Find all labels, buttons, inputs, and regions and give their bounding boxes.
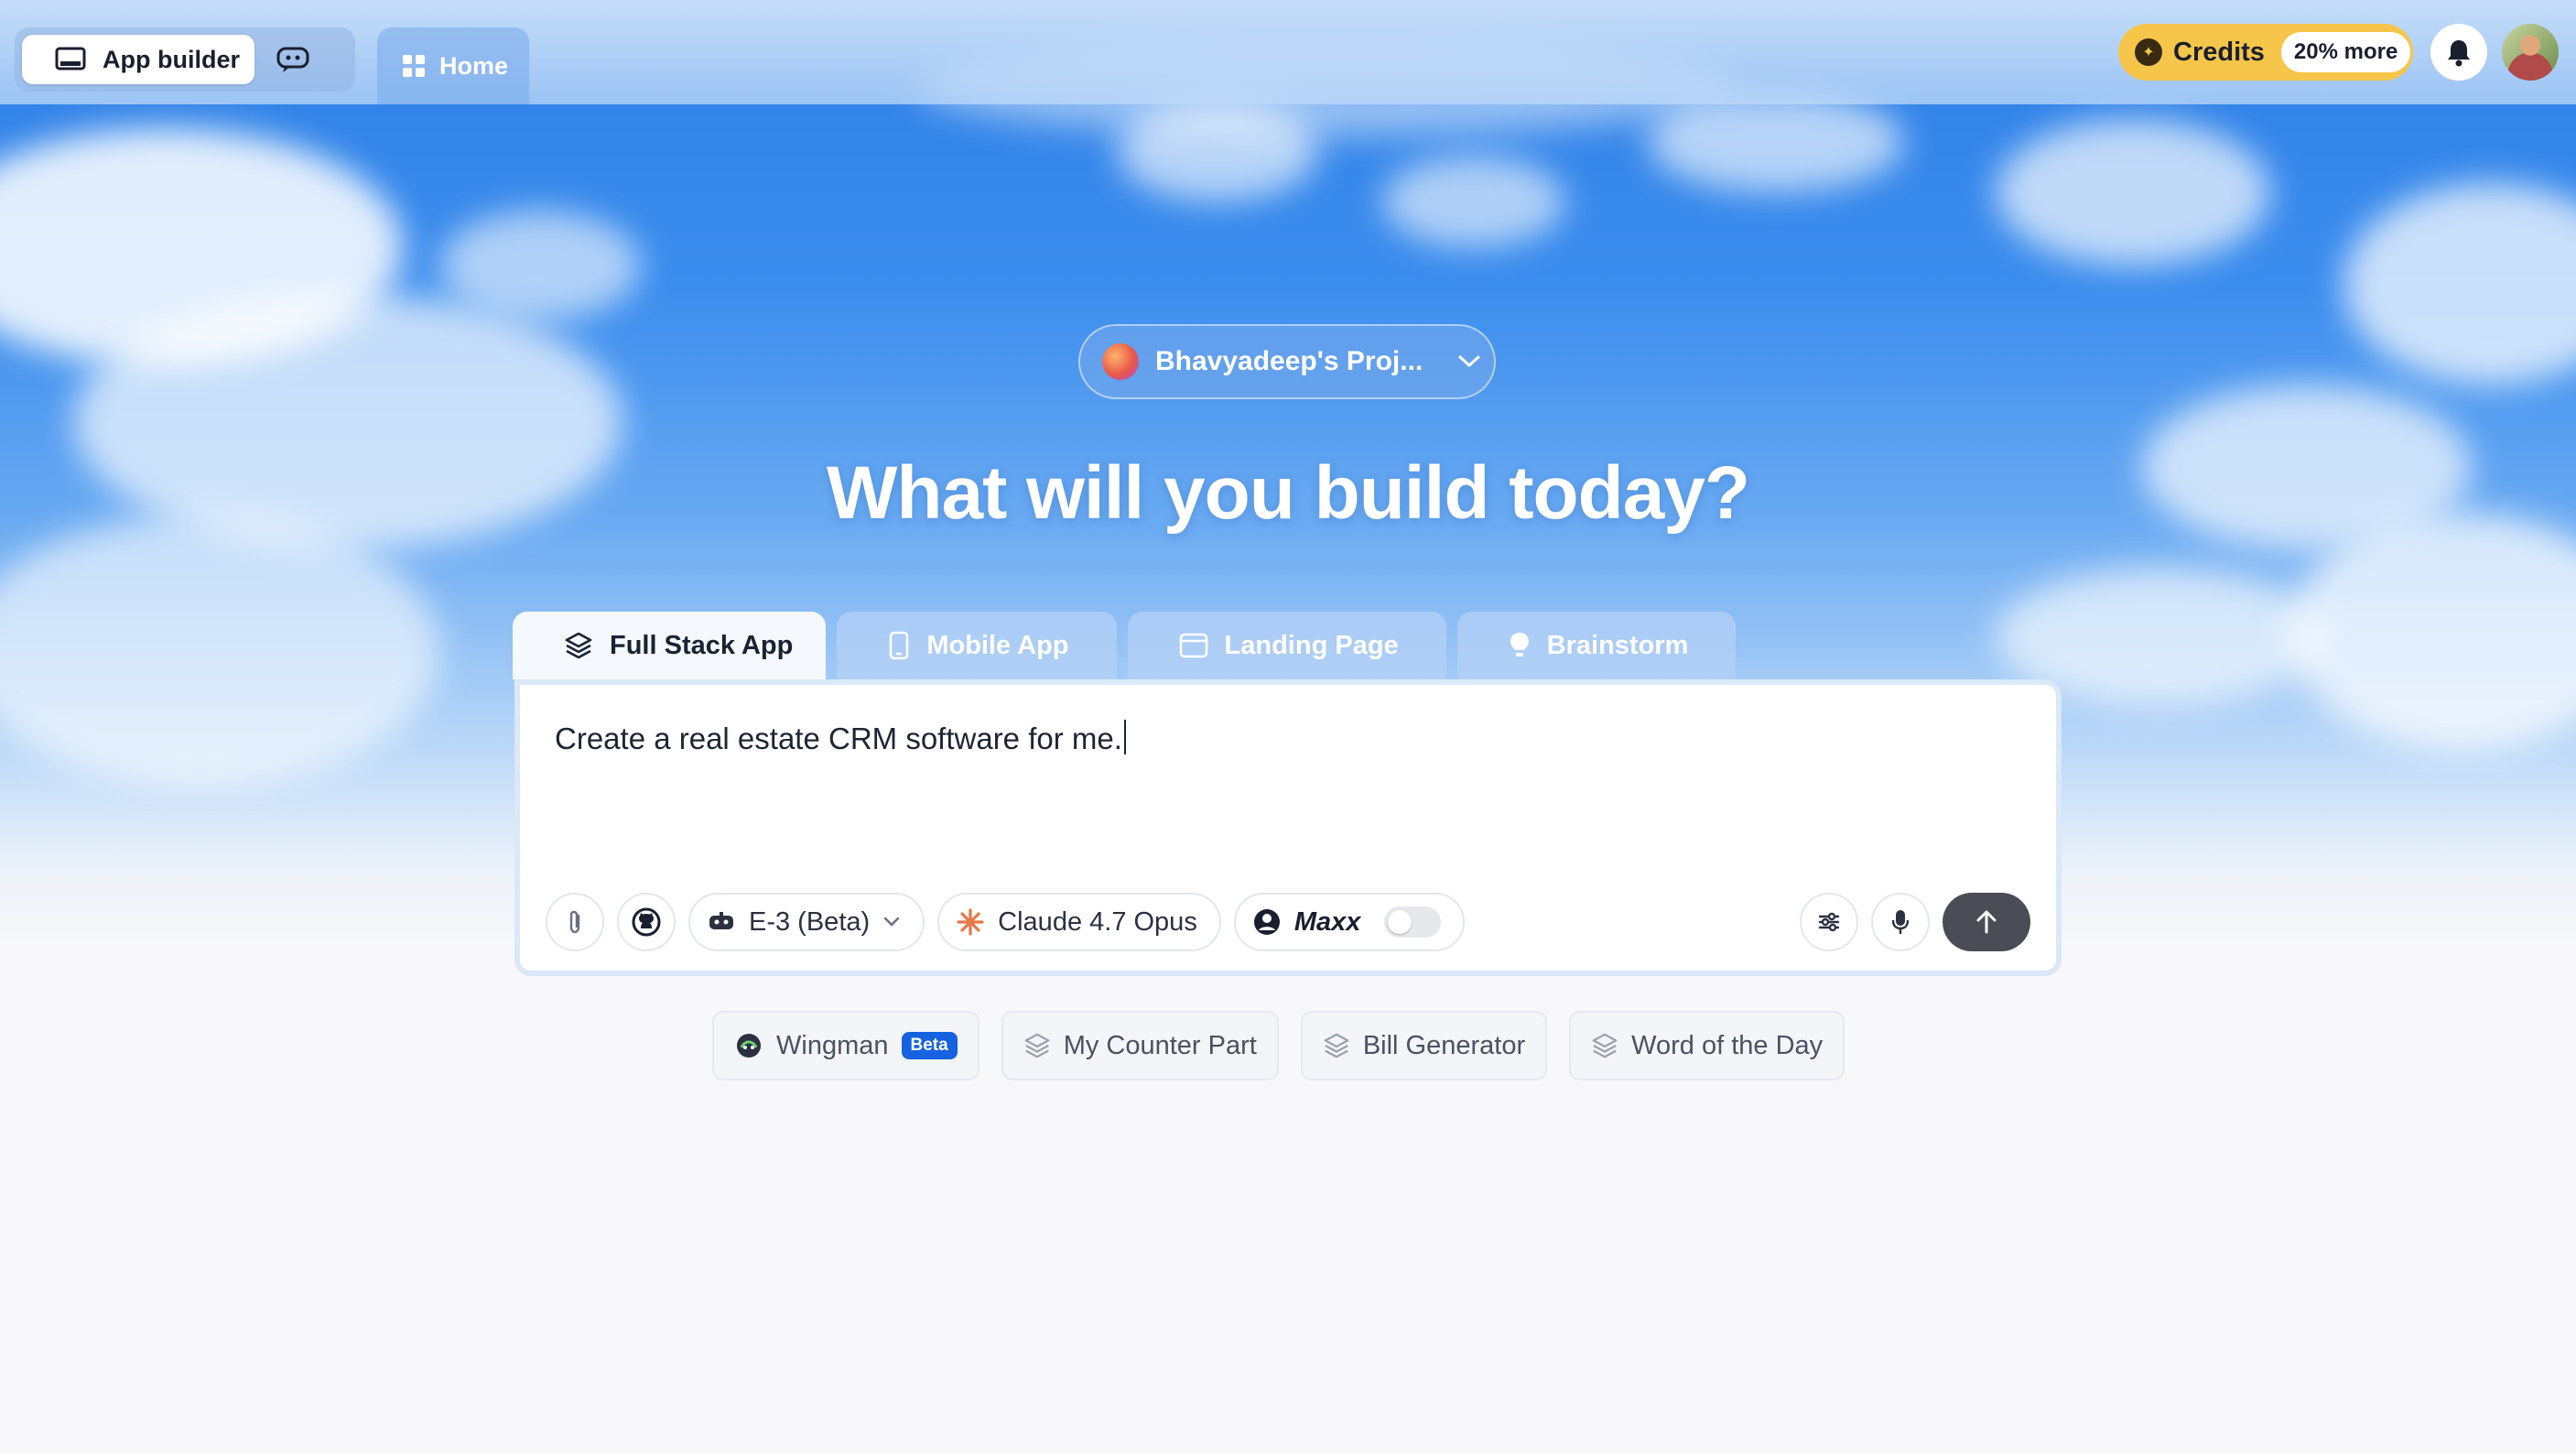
maxx-label: Maxx (1293, 906, 1361, 937)
tab-brainstorm[interactable]: Brainstorm (1456, 612, 1737, 679)
browser-icon (1179, 633, 1207, 658)
suggestion-label: My Counter Part (1063, 1030, 1257, 1060)
layers-icon (565, 632, 592, 659)
user-avatar[interactable] (2502, 24, 2559, 81)
agent-label: E-3 (Beta) (749, 906, 871, 937)
grid-icon (403, 55, 425, 77)
tab-label: Landing Page (1224, 630, 1399, 660)
bell-icon (2448, 40, 2470, 67)
home-tab[interactable]: Home (377, 27, 529, 104)
prompt-input[interactable]: Create a real estate CRM software for me… (555, 720, 1126, 756)
credits-badge: 20% more (2280, 32, 2411, 72)
page-title: What will you build today? (826, 451, 1750, 535)
tab-mobile-app[interactable]: Mobile App (837, 612, 1117, 679)
send-button[interactable] (1943, 893, 2030, 951)
layers-icon (1024, 1033, 1049, 1058)
app-builder-button[interactable]: App builder (22, 35, 254, 84)
text-caret (1123, 720, 1126, 754)
settings-sliders-button[interactable] (1800, 893, 1858, 951)
prompt-card: Create a real estate CRM software for me… (514, 679, 2062, 976)
maxx-toggle[interactable] (1384, 906, 1442, 938)
user-circle-icon (1253, 909, 1280, 935)
suggestion-bill-generator[interactable]: Bill Generator (1300, 1011, 1548, 1080)
lightbulb-icon (1510, 633, 1529, 656)
tab-label: Brainstorm (1546, 630, 1689, 660)
github-icon (632, 907, 661, 937)
layers-icon (1324, 1033, 1349, 1058)
credits-label: Credits (2173, 37, 2265, 67)
credits-coin-icon: ✦ (2135, 38, 2162, 66)
suggestions-row: Wingman Beta My Counter Part Bill Genera… (712, 1011, 1845, 1080)
chat-mode-button[interactable] (254, 35, 331, 84)
build-type-tabs: Full Stack App Mobile App Landing Page B… (513, 612, 1737, 679)
credits-button[interactable]: ✦ Credits 20% more (2118, 24, 2413, 81)
suggestion-my-counter-part[interactable]: My Counter Part (1001, 1011, 1279, 1080)
monitor-icon (55, 47, 86, 71)
layers-icon (1592, 1033, 1618, 1058)
tab-label: Full Stack App (610, 630, 794, 660)
tab-label: Mobile App (926, 630, 1069, 660)
phone-icon (890, 631, 909, 660)
robot-icon (709, 912, 733, 929)
model-selector[interactable]: Claude 4.7 Opus (937, 893, 1221, 951)
tab-full-stack-app[interactable]: Full Stack App (513, 612, 827, 679)
sliders-icon (1818, 912, 1840, 932)
model-label: Claude 4.7 Opus (998, 906, 1197, 937)
send-arrow-icon (1976, 910, 1997, 934)
maxx-toggle-chip[interactable]: Maxx (1233, 893, 1466, 951)
agent-selector[interactable]: E-3 (Beta) (688, 893, 925, 951)
paperclip-icon (569, 910, 580, 934)
app-builder-label: App builder (103, 45, 240, 73)
microphone-icon (1891, 910, 1910, 934)
mode-switch: App builder (15, 27, 355, 92)
project-selector[interactable]: Bhavyadeep's Proj... (1078, 324, 1496, 399)
chevron-down-icon (883, 917, 900, 927)
suggestion-label: Wingman (776, 1030, 889, 1060)
wingman-bot-icon (737, 1034, 761, 1058)
suggestion-wingman[interactable]: Wingman Beta (712, 1011, 980, 1080)
prompt-toolbar: E-3 (Beta) Claude 4.7 Opus Maxx (546, 892, 2030, 952)
tab-landing-page[interactable]: Landing Page (1127, 612, 1446, 679)
project-avatar (1102, 343, 1139, 380)
attach-button[interactable] (546, 893, 604, 951)
github-button[interactable] (617, 893, 676, 951)
chevron-down-icon (1458, 355, 1480, 368)
chat-bot-icon (276, 47, 309, 72)
microphone-button[interactable] (1871, 893, 1930, 951)
notifications-button[interactable] (2430, 24, 2487, 81)
claude-spark-icon (957, 908, 984, 936)
prompt-text: Create a real estate CRM software for me… (555, 722, 1122, 755)
suggestion-label: Bill Generator (1362, 1030, 1526, 1060)
home-label: Home (439, 51, 509, 80)
suggestion-label: Word of the Day (1631, 1030, 1824, 1060)
top-bar: App builder Home ✦ Credits 20% more (0, 0, 2576, 104)
beta-badge: Beta (901, 1032, 958, 1059)
suggestion-word-of-the-day[interactable]: Word of the Day (1569, 1011, 1845, 1080)
project-name: Bhavyadeep's Proj... (1155, 346, 1423, 376)
